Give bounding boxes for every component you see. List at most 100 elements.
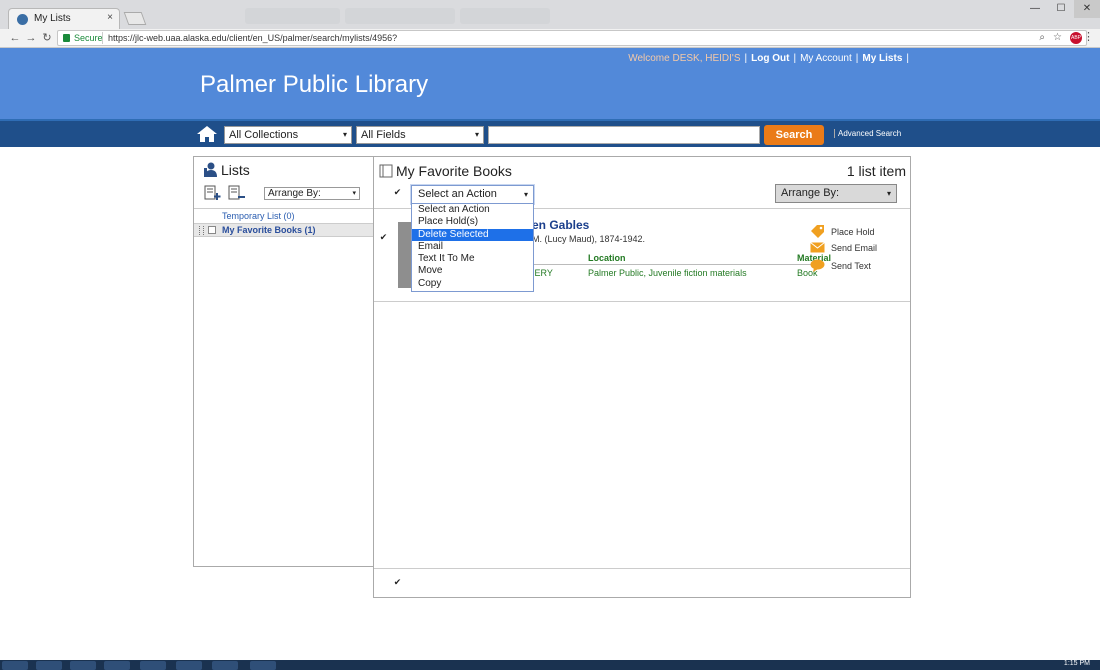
place-hold-tag-icon [811,225,824,238]
lists-panel: Lists Arrange By: ▾ Temporary List (0) M… [193,156,373,567]
item-checkbox[interactable]: ✔ [379,233,388,242]
place-hold-link[interactable]: Place Hold [810,225,875,238]
minimize-icon[interactable]: — [1022,0,1048,18]
taskbar: 1:15 PM [0,660,1100,670]
log-out-link[interactable]: Log Out [751,53,789,64]
bookmark-star-icon[interactable]: ☆ [1053,32,1062,44]
forward-icon[interactable]: → [24,31,38,45]
arrange-by-select[interactable]: Arrange By: ▾ [775,184,897,203]
lists-arrange-value: Arrange By: [268,188,321,199]
nav-separator: | [793,53,797,64]
address-bar[interactable]: Secure https://jlc-web.uaa.alaska.edu/cl… [57,30,1087,46]
background-tab[interactable] [245,8,340,24]
lists-heading-label: Lists [221,162,250,178]
collection-select-value: All Collections [229,129,299,141]
user-nav: Welcome DESK, HEIDI'S | Log Out | My Acc… [628,53,909,64]
chevron-down-icon: ▾ [474,130,479,139]
add-list-icon[interactable] [204,185,222,201]
action-select-value: Select an Action [418,188,497,200]
zoom-icon[interactable]: ⌕ [1039,32,1045,44]
taskbar-app-button[interactable] [212,661,238,670]
maximize-icon[interactable]: ☐ [1048,0,1074,18]
dropdown-option[interactable]: Email [412,241,533,253]
collection-select[interactable]: All Collections ▾ [224,126,352,144]
chevron-down-icon: ▾ [886,189,891,198]
reload-icon[interactable]: ↻ [40,31,54,45]
list-item-label[interactable]: My Favorite Books (1) [222,225,316,235]
chevron-down-icon: ▾ [352,190,356,197]
nav-separator: | [855,53,859,64]
dropdown-option[interactable]: Select an Action [412,204,533,216]
taskbar-app-button[interactable] [36,661,62,670]
remove-list-icon[interactable] [228,185,246,201]
divider [374,568,910,569]
action-select[interactable]: Select an Action ▾ [411,185,534,204]
place-hold-label: Place Hold [831,226,875,237]
list-item-temporary[interactable]: Temporary List (0) [222,211,295,221]
browser-tab-my-lists[interactable]: My Lists × [8,8,120,29]
advanced-search-link[interactable]: Advanced Search [834,129,901,138]
dropdown-option[interactable]: Place Hold(s) [412,216,533,228]
text-bubble-icon [810,259,825,272]
select-all-checkbox[interactable]: ✔ [393,188,402,197]
bottom-select-all-checkbox[interactable]: ✔ [393,578,402,587]
book-title-link[interactable]: en Gables [532,218,589,232]
drag-handle-icon[interactable] [199,226,204,235]
new-tab-button[interactable] [123,12,147,25]
send-text-label: Send Text [831,260,871,271]
list-item-my-favorite-books[interactable]: My Favorite Books (1) [194,223,373,237]
taskbar-clock: 1:15 PM [1063,660,1090,667]
lists-arrange-select[interactable]: Arrange By: ▾ [264,187,360,200]
item-count: 1 list item [846,163,906,179]
favicon-icon [17,14,28,25]
home-icon[interactable] [196,125,218,143]
site-title: Palmer Public Library [200,71,429,98]
taskbar-app-button[interactable] [176,661,202,670]
back-icon[interactable]: ← [8,31,22,45]
omnibox-icons: ⌕ ☆ ABP [1039,32,1082,44]
dropdown-option[interactable]: Copy [412,278,533,290]
dropdown-option[interactable]: Move [412,265,533,277]
close-window-icon[interactable]: ✕ [1074,0,1100,18]
browser-tabstrip: My Lists × — ☐ ✕ [0,0,1100,29]
divider [194,208,373,209]
background-tab[interactable] [460,8,550,24]
tab-title: My Lists [34,13,71,24]
list-tools [204,185,246,201]
adblock-icon[interactable]: ABP [1070,32,1082,44]
browser-toolbar: ← → ↻ Secure https://jlc-web.uaa.alaska.… [0,29,1100,48]
send-text-link[interactable]: Send Text [810,259,871,272]
call-number: IERY [532,268,553,278]
list-book-icon [379,164,393,178]
chevron-down-icon: ▾ [342,130,347,139]
background-tab[interactable] [345,8,455,24]
send-email-link[interactable]: Send Email [810,242,877,253]
tab-close-icon[interactable]: × [107,12,113,23]
browser-menu-icon[interactable]: ⋮ [1083,30,1094,43]
lists-heading: Lists [204,162,250,178]
lock-icon [63,34,70,42]
nav-separator: | [906,53,909,64]
search-bar: All Collections ▾ All Fields ▾ Search Ad… [0,119,1100,147]
book-cover-image[interactable] [398,222,412,288]
welcome-text: Welcome DESK, HEIDI'S [628,53,741,64]
chevron-down-icon: ▾ [523,190,528,199]
search-button[interactable]: Search [764,125,824,145]
list-title-label: My Favorite Books [396,163,512,179]
field-select-value: All Fields [361,129,406,141]
taskbar-app-button[interactable] [250,661,276,670]
my-account-link[interactable]: My Account [800,53,852,64]
my-lists-link[interactable]: My Lists [862,53,902,64]
dropdown-option[interactable]: Text It To Me [412,253,533,265]
taskbar-app-button[interactable] [104,661,130,670]
start-button[interactable] [2,661,28,670]
dropdown-option-selected[interactable]: Delete Selected [412,228,533,241]
url-separator [102,32,103,44]
field-select[interactable]: All Fields ▾ [356,126,484,144]
site-header: Palmer Public Library Welcome DESK, HEID… [0,48,1100,119]
taskbar-app-button[interactable] [140,661,166,670]
taskbar-app-button[interactable] [70,661,96,670]
url-text[interactable]: https://jlc-web.uaa.alaska.edu/client/en… [108,33,397,43]
search-input[interactable] [488,126,760,144]
list-checkbox[interactable] [208,226,216,234]
